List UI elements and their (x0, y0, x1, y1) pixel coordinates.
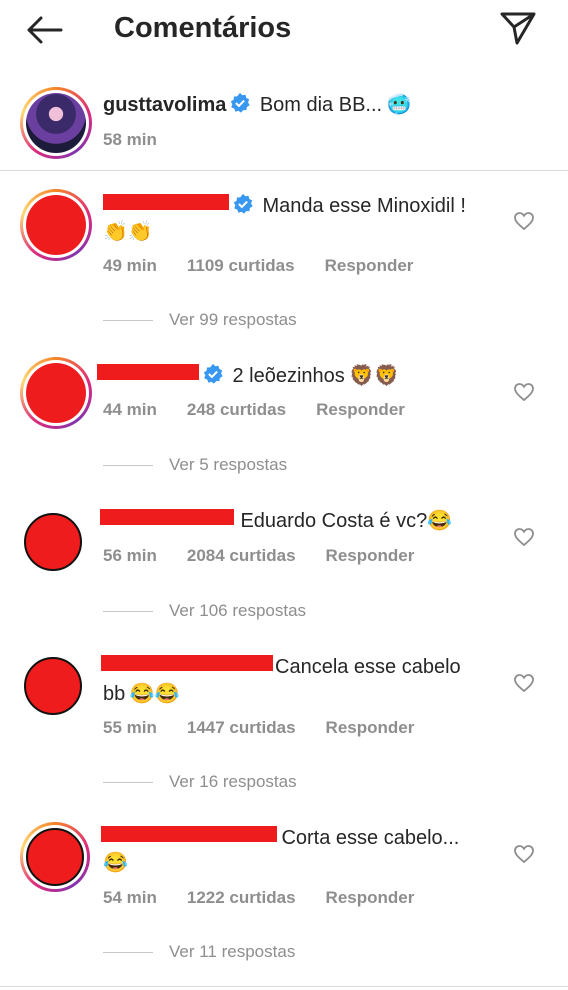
view-replies-link[interactable]: Ver 5 respostas (103, 455, 287, 475)
avatar[interactable] (20, 189, 92, 261)
redacted-username (97, 364, 199, 380)
like-button[interactable] (512, 671, 536, 695)
back-button[interactable] (22, 10, 66, 50)
view-replies-label: Ver 16 respostas (169, 772, 297, 791)
heart-icon (514, 845, 534, 863)
heart-icon (514, 528, 534, 546)
avatar[interactable] (20, 822, 90, 892)
comment-likes[interactable]: 1109 curtidas (187, 256, 295, 275)
bottom-divider (0, 986, 568, 987)
comment-emoji: 😂😂 (129, 683, 180, 705)
view-replies-label: Ver 106 respostas (169, 601, 307, 620)
avatar[interactable] (24, 513, 82, 571)
divider-line (103, 319, 153, 321)
redacted-username (100, 509, 234, 525)
caption-divider (0, 170, 568, 171)
heart-icon (514, 212, 534, 230)
redacted-username (103, 194, 229, 210)
comment-time: 56 min (103, 546, 157, 565)
divider-line (103, 781, 153, 783)
heart-icon (514, 383, 534, 401)
page-title: Comentários (114, 12, 292, 44)
comment-time: 55 min (103, 718, 157, 737)
comment-emoji: 🦁🦁 (349, 365, 400, 387)
reply-button[interactable]: Responder (326, 718, 415, 737)
redacted-username (101, 826, 277, 842)
comment-likes[interactable]: 1447 curtidas (187, 718, 296, 737)
like-button[interactable] (512, 525, 536, 549)
comment-likes[interactable]: 248 curtidas (187, 400, 286, 419)
heart-icon (514, 674, 534, 692)
view-replies-link[interactable]: Ver 99 respostas (103, 310, 297, 330)
verified-badge-icon (231, 92, 250, 113)
comment-meta: 54 min 1222 curtidas Responder (103, 888, 444, 908)
paper-plane-icon (500, 12, 536, 45)
caption-emoji: 🥶 (386, 94, 412, 116)
top-bar: Comentários (0, 0, 568, 62)
comment-text: Eduardo Costa é vc? (240, 510, 428, 532)
view-replies-label: Ver 11 respostas (169, 942, 296, 961)
view-replies-label: Ver 5 respostas (169, 455, 288, 474)
caption-time: 58 min (103, 130, 157, 149)
comment-text: Cancela esse cabelo (275, 656, 461, 678)
comment-meta: 49 min 1109 curtidas Responder (103, 256, 443, 276)
verified-badge-icon (233, 193, 253, 214)
comment-emoji: 😂 (427, 510, 453, 532)
avatar[interactable] (20, 357, 92, 429)
like-button[interactable] (512, 380, 536, 404)
caption-text: Bom dia BB... (259, 94, 383, 116)
view-replies-link[interactable]: Ver 106 respostas (103, 601, 306, 621)
redacted-username (101, 655, 273, 671)
reply-button[interactable]: Responder (326, 546, 415, 565)
caption-author[interactable]: gusttavolima (103, 94, 226, 116)
divider-line (103, 951, 153, 953)
comment-text: Corta esse cabelo... (281, 827, 460, 849)
comment-meta: 44 min 248 curtidas Responder (103, 400, 435, 420)
reply-button[interactable]: Responder (325, 256, 414, 275)
view-replies-link[interactable]: Ver 11 respostas (103, 942, 295, 962)
comment-emoji: 👏👏 (103, 221, 153, 243)
like-button[interactable] (512, 842, 536, 866)
comment-text: 2 leõezinhos (232, 365, 345, 387)
view-replies-link[interactable]: Ver 16 respostas (103, 772, 297, 792)
like-button[interactable] (512, 209, 536, 233)
divider-line (103, 464, 153, 466)
view-replies-label: Ver 99 respostas (169, 310, 297, 329)
comment-emoji: 😂 (103, 852, 128, 874)
comment-meta: 56 min 2084 curtidas Responder (103, 546, 444, 566)
comment-text: Manda esse Minoxidil ! (262, 195, 466, 217)
comment-likes[interactable]: 1222 curtidas (187, 888, 296, 907)
post-caption: gusttavolima Bom dia BB... 🥶 58 min (0, 84, 568, 170)
comment-time: 44 min (103, 400, 157, 419)
comment-meta: 55 min 1447 curtidas Responder (103, 718, 444, 738)
comment-time: 49 min (103, 256, 157, 275)
reply-button[interactable]: Responder (326, 888, 415, 907)
divider-line (103, 610, 153, 612)
arrow-left-icon (27, 16, 63, 44)
comment-text-continued: bb (103, 683, 126, 705)
avatar[interactable] (20, 87, 92, 159)
share-button[interactable] (496, 6, 540, 50)
avatar[interactable] (24, 657, 82, 715)
reply-button[interactable]: Responder (316, 400, 405, 419)
comment-time: 54 min (103, 888, 157, 907)
verified-badge-icon (203, 363, 223, 384)
comment-likes[interactable]: 2084 curtidas (187, 546, 296, 565)
